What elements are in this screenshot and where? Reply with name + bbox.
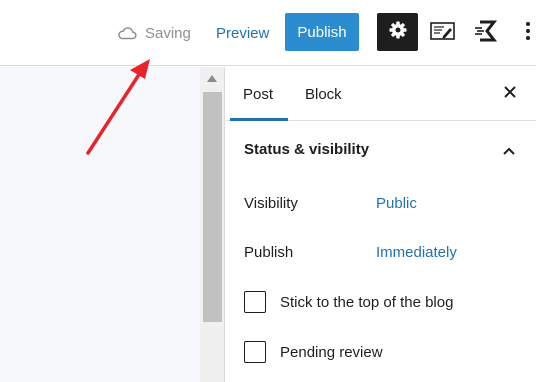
plugin-logo-icon [474, 20, 498, 47]
publish-button[interactable]: Publish [285, 13, 359, 51]
tab-block[interactable]: Block [305, 67, 342, 121]
more-options-icon [525, 21, 531, 46]
code-editor-button[interactable] [429, 19, 457, 47]
plugin-logo-button[interactable] [472, 19, 500, 47]
editor-scrollbar[interactable] [200, 67, 225, 382]
close-sidebar-button[interactable] [500, 84, 520, 104]
visibility-toggle[interactable]: Public [376, 195, 417, 212]
scroll-thumb[interactable] [203, 92, 222, 322]
preview-button[interactable]: Preview [216, 22, 269, 44]
saving-indicator: Saving [117, 22, 191, 44]
more-options-button[interactable] [514, 19, 536, 47]
scroll-up-arrow-icon[interactable] [207, 75, 217, 82]
settings-sidebar: Post Block Status & visibility Visibilit… [226, 67, 536, 382]
close-icon [504, 85, 516, 103]
chevron-up-icon [502, 143, 516, 161]
visibility-label: Visibility [244, 195, 298, 212]
tab-post[interactable]: Post [229, 67, 289, 121]
saving-label: Saving [145, 24, 191, 42]
sticky-checkbox-label: Stick to the top of the blog [280, 293, 454, 311]
code-editor-icon [430, 21, 456, 46]
pending-review-checkbox-row[interactable]: Pending review [244, 341, 383, 363]
status-visibility-panel-toggle[interactable]: Status & visibility [226, 121, 536, 179]
settings-button[interactable] [377, 13, 418, 51]
cloud-icon [117, 26, 137, 40]
editor-canvas[interactable] [0, 67, 200, 382]
sticky-checkbox-row[interactable]: Stick to the top of the blog [244, 291, 453, 313]
publish-date-toggle[interactable]: Immediately [376, 244, 457, 261]
panel-title: Status & visibility [244, 141, 370, 158]
publish-label: Publish [244, 244, 294, 261]
sidebar-tabs: Post Block [226, 67, 536, 121]
pending-review-checkbox-label: Pending review [280, 343, 383, 361]
editor-header: Saving Preview Publish [0, 0, 536, 66]
pending-review-checkbox[interactable] [244, 341, 266, 363]
gear-icon [388, 20, 408, 45]
sticky-checkbox[interactable] [244, 291, 266, 313]
